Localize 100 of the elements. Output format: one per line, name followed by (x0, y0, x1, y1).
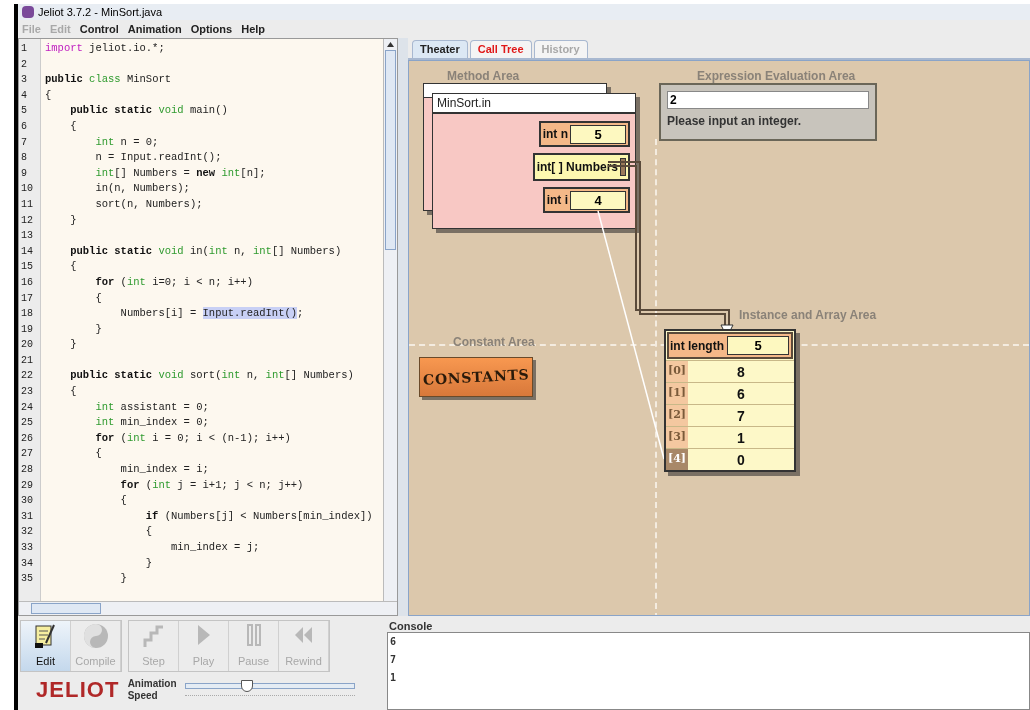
code-line: { (144, 525, 153, 538)
line-number: 32 (20, 525, 34, 540)
line-number: 29 (20, 478, 34, 493)
line-number: 6 (20, 119, 28, 134)
code-line: } (119, 572, 127, 585)
yin-yang-icon (82, 623, 109, 649)
slider-thumb[interactable] (241, 679, 254, 692)
menu-item[interactable]: Animation (127, 20, 182, 38)
slider-label: Animation (127, 677, 177, 690)
code-line: public static void in(int n, int[] Numbers) (69, 244, 342, 257)
line-number: 1 (20, 42, 28, 56)
vertical-scrollbar[interactable] (383, 39, 397, 601)
line-number: 26 (20, 431, 34, 446)
code-line: public class MinSort (45, 73, 172, 86)
array-value: 8 (736, 363, 746, 382)
code-line: int[] Numbers = new int[n]; (94, 166, 266, 179)
code-line: in(n, Numbers); (94, 182, 190, 195)
array-index: [3] (666, 427, 688, 448)
prompt-message: Please input an integer. (667, 113, 803, 130)
code-line: } (144, 556, 153, 569)
line-number: 15 (20, 260, 34, 275)
line-number: 7 (20, 135, 28, 150)
code-line: for (int j = i+1; j < n; j++) (119, 478, 304, 491)
play-icon (195, 623, 212, 647)
variable-name: int n (542, 126, 568, 143)
variable-value: 5 (727, 336, 789, 355)
line-number: 22 (20, 369, 34, 384)
tab[interactable]: Call Tree (469, 40, 532, 58)
menu-item[interactable]: Control (79, 20, 119, 38)
array-index: [4] (666, 449, 688, 470)
code-line: } (94, 322, 102, 335)
line-number: 33 (20, 541, 34, 555)
code-line: } (69, 213, 77, 226)
code-line: if (Numbers[j] < Numbers[min_index]) (144, 509, 373, 522)
line-number: 9 (20, 166, 28, 181)
array-value: 0 (736, 451, 746, 470)
line-number: 8 (20, 151, 28, 166)
code-line: { (45, 88, 52, 101)
code-line: Numbers[i] = Input.readInt(); (119, 307, 304, 320)
array-value: 6 (736, 385, 746, 404)
line-number: 21 (20, 353, 34, 368)
code-line: { (119, 494, 127, 507)
area-label: Method Area (447, 68, 520, 85)
code-line: for (int i = 0; i < (n-1); i++) (94, 431, 291, 444)
pause-icon (245, 623, 262, 647)
line-number: 12 (20, 213, 34, 228)
variable-name: int i (546, 192, 568, 209)
toolbar-button[interactable]: Edit (21, 621, 71, 671)
array-value: 1 (736, 429, 746, 448)
code-line: { (69, 260, 77, 273)
code-line: { (69, 385, 77, 398)
line-number: 28 (20, 463, 34, 478)
menu-item[interactable]: Help (241, 20, 266, 38)
code-line: int n = 0; (94, 135, 159, 148)
code-line: import jeliot.io.*; (45, 42, 165, 54)
code-line: { (69, 119, 77, 132)
code-line: min_index = j; (170, 541, 260, 553)
variable-value: 4 (570, 190, 626, 210)
constants-badge: CONSTANTS (419, 357, 533, 397)
line-number: 18 (20, 307, 34, 322)
line-number: 23 (20, 385, 34, 400)
line-number: 10 (20, 182, 34, 197)
line-number: 5 (20, 104, 28, 119)
line-number: 35 (20, 572, 34, 587)
scroll-up-arrow-icon[interactable] (387, 42, 394, 47)
line-number: 16 (20, 275, 34, 290)
area-label: Constant Area (453, 334, 535, 351)
console-title: Console (388, 619, 434, 632)
line-number: 13 (20, 229, 34, 244)
line-number: 24 (20, 400, 34, 415)
area-label: Instance and Array Area (739, 307, 877, 324)
input-field[interactable]: 2 (667, 91, 869, 109)
tab[interactable]: Theater (412, 40, 468, 58)
menu-item[interactable]: Options (190, 20, 233, 38)
line-number: 34 (20, 556, 34, 571)
steps-icon (141, 623, 166, 649)
line-number: 25 (20, 416, 34, 431)
array-index: [0] (666, 361, 688, 382)
code-line: public static void sort(int n, int[] Numbers) (69, 369, 354, 382)
line-number: 31 (20, 509, 34, 524)
code-line: } (69, 338, 77, 351)
line-number: 27 (20, 447, 34, 462)
line-number: 20 (20, 338, 34, 353)
code-line: int assistant = 0; (94, 400, 209, 413)
variable-name: int length (670, 338, 724, 355)
frame-title: MinSort.in (437, 95, 492, 112)
console-line: 6 (390, 635, 398, 649)
array-index: [2] (666, 405, 688, 426)
line-number: 14 (20, 244, 34, 259)
area-label: Expression Evaluation Area (697, 68, 856, 85)
line-number: 11 (20, 197, 34, 212)
app-icon (22, 6, 34, 18)
code-line: for (int i=0; i < n; i++) (94, 275, 253, 288)
code-line: { (94, 447, 102, 460)
line-number: 30 (20, 494, 34, 509)
code-line: n = Input.readInt(); (94, 151, 222, 164)
console-line: 7 (390, 653, 398, 667)
window-title: Jeliot 3.7.2 - MinSort.java (38, 4, 163, 20)
horizontal-scrollbar[interactable] (19, 601, 397, 615)
reference-handle-icon (620, 158, 626, 176)
